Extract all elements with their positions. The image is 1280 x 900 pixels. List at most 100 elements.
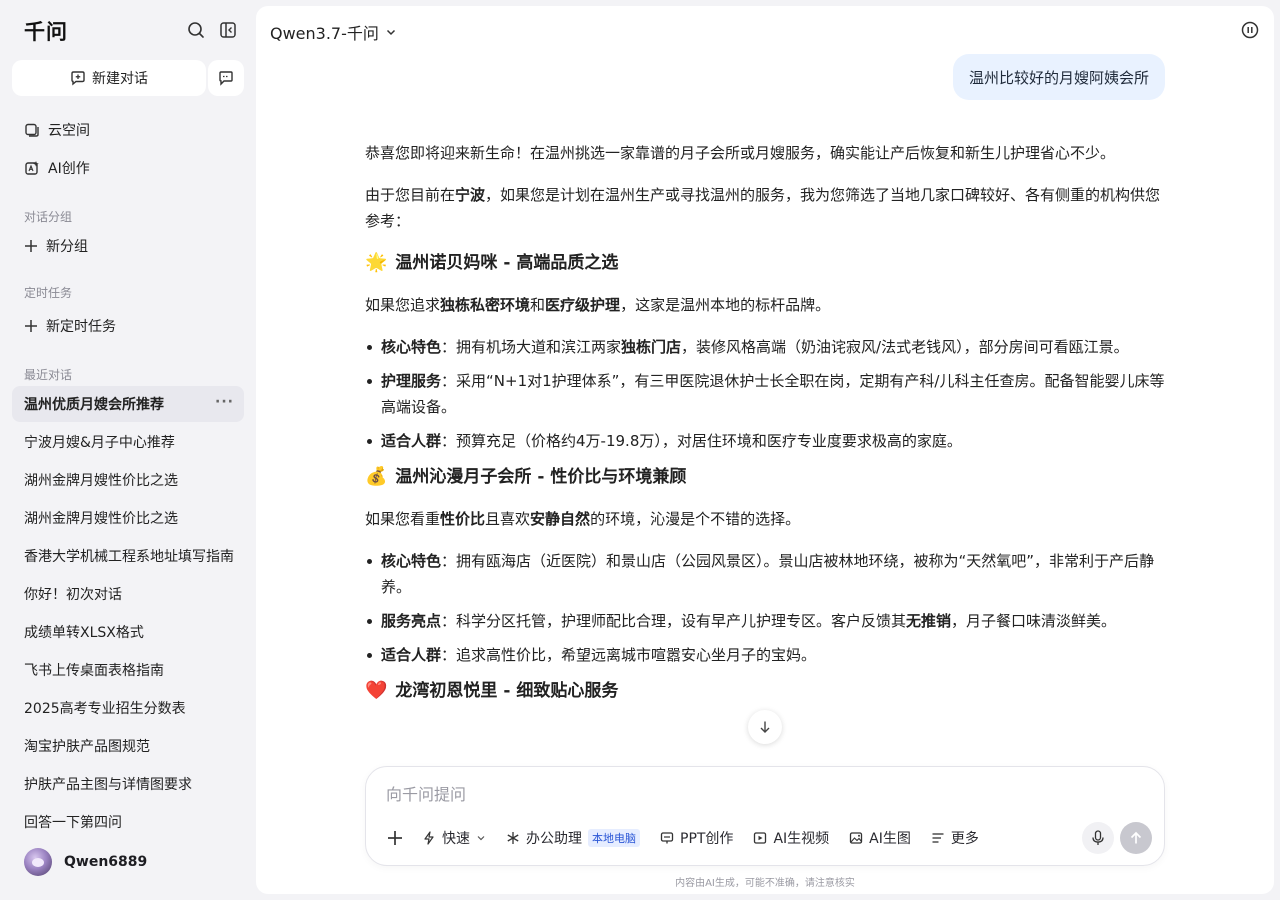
user-profile[interactable]: Qwen6889 bbox=[24, 848, 147, 876]
office-assistant-label: 办公助理 bbox=[526, 831, 582, 847]
attach-button[interactable] bbox=[382, 823, 412, 853]
recent-item[interactable]: 宁波月嫂&月子中心推荐 bbox=[12, 424, 244, 460]
new-chat-button[interactable]: 新建对话 bbox=[12, 60, 206, 96]
recent-item-label: 香港大学机械工程系地址填写指南 bbox=[24, 549, 234, 565]
arrow-down-icon bbox=[760, 721, 770, 733]
ai-create-icon bbox=[25, 161, 39, 175]
composer: 快速 办公助理 本地电脑 PPT创作 AI生视频 AI生图 bbox=[365, 766, 1165, 866]
star-icon: 🌟 bbox=[365, 252, 388, 273]
recent-item[interactable]: 成绩单转XLSX格式 bbox=[12, 614, 244, 650]
sidebar-item-cloud-space[interactable]: 云空间 bbox=[12, 113, 244, 147]
username: Qwen6889 bbox=[64, 854, 148, 870]
model-selector[interactable]: Qwen3.7-千问 bbox=[270, 20, 397, 44]
recent-item[interactable]: 护肤产品主图与详情图要求 bbox=[12, 766, 244, 802]
composer-toolbar: 快速 办公助理 本地电脑 PPT创作 AI生视频 AI生图 更多 bbox=[382, 823, 989, 853]
prompt-input[interactable] bbox=[386, 785, 1146, 804]
ai-video-button[interactable]: AI生视频 bbox=[743, 823, 839, 853]
section-desc: 如果您看重性价比且喜欢安静自然的环境，沁漫是个不错的选择。 bbox=[365, 510, 801, 528]
recent-item-label: 回答一下第四问 bbox=[24, 815, 122, 831]
microphone-icon[interactable] bbox=[1082, 822, 1114, 854]
section-heading: ❤️ 龙湾初恩悦里 - 细致贴心服务 bbox=[365, 678, 1165, 704]
pause-icon[interactable] bbox=[1240, 20, 1260, 40]
list-item: 适合人群：追求高性价比，希望远离城市喧嚣安心坐月子的宝妈。 bbox=[365, 642, 1165, 668]
more-tools-label: 更多 bbox=[950, 831, 979, 847]
recent-item[interactable]: 湖州金牌月嫂性价比之选 bbox=[12, 500, 244, 536]
video-icon bbox=[754, 832, 767, 844]
app-logo[interactable]: 千问 bbox=[24, 16, 68, 46]
recent-item-label: 你好！初次对话 bbox=[24, 587, 122, 603]
chevron-down-icon bbox=[477, 836, 485, 841]
list-item: 护理服务：采用“N+1对1护理体系”，有三甲医院退休护士长全职在岗，定期有产科/… bbox=[365, 368, 1165, 420]
sidebar-item-ai-create[interactable]: AI创作 bbox=[12, 151, 244, 185]
new-task-label: 新定时任务 bbox=[46, 319, 116, 335]
chat-bubble-icon[interactable] bbox=[208, 60, 244, 96]
cloud-space-icon bbox=[25, 123, 39, 137]
ai-image-label: AI生图 bbox=[869, 831, 911, 847]
presentation-icon bbox=[660, 832, 674, 844]
recent-item-label: 宁波月嫂&月子中心推荐 bbox=[24, 435, 175, 451]
sidebar: 千问 新建对话 云空间 AI创作 对话分组 新分组 定时任务 新定时任务 最近对… bbox=[0, 0, 256, 900]
ai-video-label: AI生视频 bbox=[773, 831, 830, 847]
feature-list: 核心特色：拥有瓯海店（近医院）和景山店（公园风景区）。景山店被林地环绕，被称为“… bbox=[365, 548, 1165, 668]
ai-image-button[interactable]: AI生图 bbox=[839, 823, 921, 853]
recent-item-label: 护肤产品主图与详情图要求 bbox=[24, 777, 192, 793]
avatar bbox=[24, 848, 52, 876]
scroll-down-button[interactable] bbox=[748, 710, 782, 744]
heart-icon: ❤️ bbox=[365, 680, 388, 701]
new-chat-icon bbox=[71, 71, 85, 86]
recent-item[interactable]: 淘宝护肤产品图规范 bbox=[12, 728, 244, 764]
search-icon[interactable] bbox=[186, 20, 206, 40]
recent-item[interactable]: 温州优质月嫂会所推荐 ··· bbox=[12, 386, 244, 422]
model-name: Qwen3.7-千问 bbox=[270, 24, 379, 43]
ppt-create-button[interactable]: PPT创作 bbox=[650, 823, 743, 853]
recent-item-label: 淘宝护肤产品图规范 bbox=[24, 739, 150, 755]
recent-item-label: 湖州金牌月嫂性价比之选 bbox=[24, 511, 178, 527]
recent-section-label: 最近对话 bbox=[24, 368, 73, 382]
recent-item[interactable]: 2025高考专业招生分数表 bbox=[12, 690, 244, 726]
new-group-button[interactable]: 新分组 bbox=[12, 229, 244, 263]
recent-item[interactable]: 飞书上传桌面表格指南 bbox=[12, 652, 244, 688]
recent-item-label: 成绩单转XLSX格式 bbox=[24, 625, 144, 641]
section-desc: 如果您追求独栋私密环境和医疗级护理，这家是温州本地的标杆品牌。 bbox=[365, 296, 831, 314]
recent-item[interactable]: 香港大学机械工程系地址填写指南 bbox=[12, 538, 244, 574]
recent-item[interactable]: 你好！初次对话 bbox=[12, 576, 244, 612]
more-tools-button[interactable]: 更多 bbox=[921, 823, 989, 853]
arrow-up-icon bbox=[1130, 831, 1142, 844]
menu-icon bbox=[932, 833, 944, 843]
chevron-down-icon bbox=[386, 29, 395, 36]
plus-icon bbox=[388, 831, 402, 845]
new-group-label: 新分组 bbox=[46, 239, 88, 255]
mode-fast-label: 快速 bbox=[442, 831, 470, 847]
image-icon bbox=[850, 832, 863, 844]
answer-intro-2: 由于您目前在宁波，如果您是计划在温州生产或寻找温州的服务，我为您筛选了当地几家口… bbox=[365, 186, 1161, 230]
plus-icon bbox=[25, 320, 37, 332]
sidebar-item-label: 云空间 bbox=[48, 123, 90, 139]
section-heading: 🌟 温州诺贝妈咪 - 高端品质之选 bbox=[365, 250, 1165, 276]
money-bag-icon: 💰 bbox=[365, 466, 388, 487]
recent-item[interactable]: 湖州金牌月嫂性价比之选 bbox=[12, 462, 244, 498]
ai-disclaimer: 内容由AI生成，可能不准确，请注意核实 bbox=[675, 878, 855, 889]
mode-fast-button[interactable]: 快速 bbox=[412, 823, 496, 853]
group-section-label: 对话分组 bbox=[24, 210, 73, 224]
plus-icon bbox=[25, 240, 37, 252]
list-item: 适合人群：预算充足（价格约4万-19.8万），对居住环境和医疗专业度要求极高的家… bbox=[365, 428, 1165, 454]
answer-intro: 恭喜您即将迎来新生命！在温州挑选一家靠谱的月子会所或月嫂服务，确实能让产后恢复和… bbox=[365, 144, 1116, 162]
more-options-icon[interactable]: ··· bbox=[215, 394, 234, 410]
sidebar-item-label: AI创作 bbox=[48, 161, 90, 177]
section-heading: 💰 温州沁漫月子会所 - 性价比与环境兼顾 bbox=[365, 464, 1165, 490]
list-item: 服务亮点：科学分区托管，护理师配比合理，设有早产儿护理专区。客户反馈其无推销，月… bbox=[365, 608, 1165, 634]
new-task-button[interactable]: 新定时任务 bbox=[12, 309, 244, 343]
list-item: 核心特色：拥有机场大道和滨江两家独栋门店，装修风格高端（奶油诧寂风/法式老钱风）… bbox=[365, 334, 1165, 360]
office-assistant-button[interactable]: 办公助理 本地电脑 bbox=[496, 823, 650, 853]
sparkle-icon bbox=[507, 832, 519, 844]
chat-panel: Qwen3.7-千问 温州比较好的月嫂阿姨会所 恭喜您即将迎来新生命！在温州挑选… bbox=[256, 6, 1274, 894]
recent-item-label: 飞书上传桌面表格指南 bbox=[24, 663, 164, 679]
recent-item[interactable]: 回答一下第四问 bbox=[12, 804, 244, 840]
feature-list: 核心特色：拥有机场大道和滨江两家独栋门店，装修风格高端（奶油诧寂风/法式老钱风）… bbox=[365, 334, 1165, 454]
user-message: 温州比较好的月嫂阿姨会所 bbox=[952, 54, 1165, 100]
collapse-sidebar-icon[interactable] bbox=[218, 20, 238, 40]
list-item: 核心特色：拥有瓯海店（近医院）和景山店（公园风景区）。景山店被林地环绕，被称为“… bbox=[365, 548, 1165, 600]
send-button[interactable] bbox=[1120, 822, 1152, 854]
lightning-icon bbox=[424, 831, 434, 845]
ppt-create-label: PPT创作 bbox=[680, 831, 734, 847]
